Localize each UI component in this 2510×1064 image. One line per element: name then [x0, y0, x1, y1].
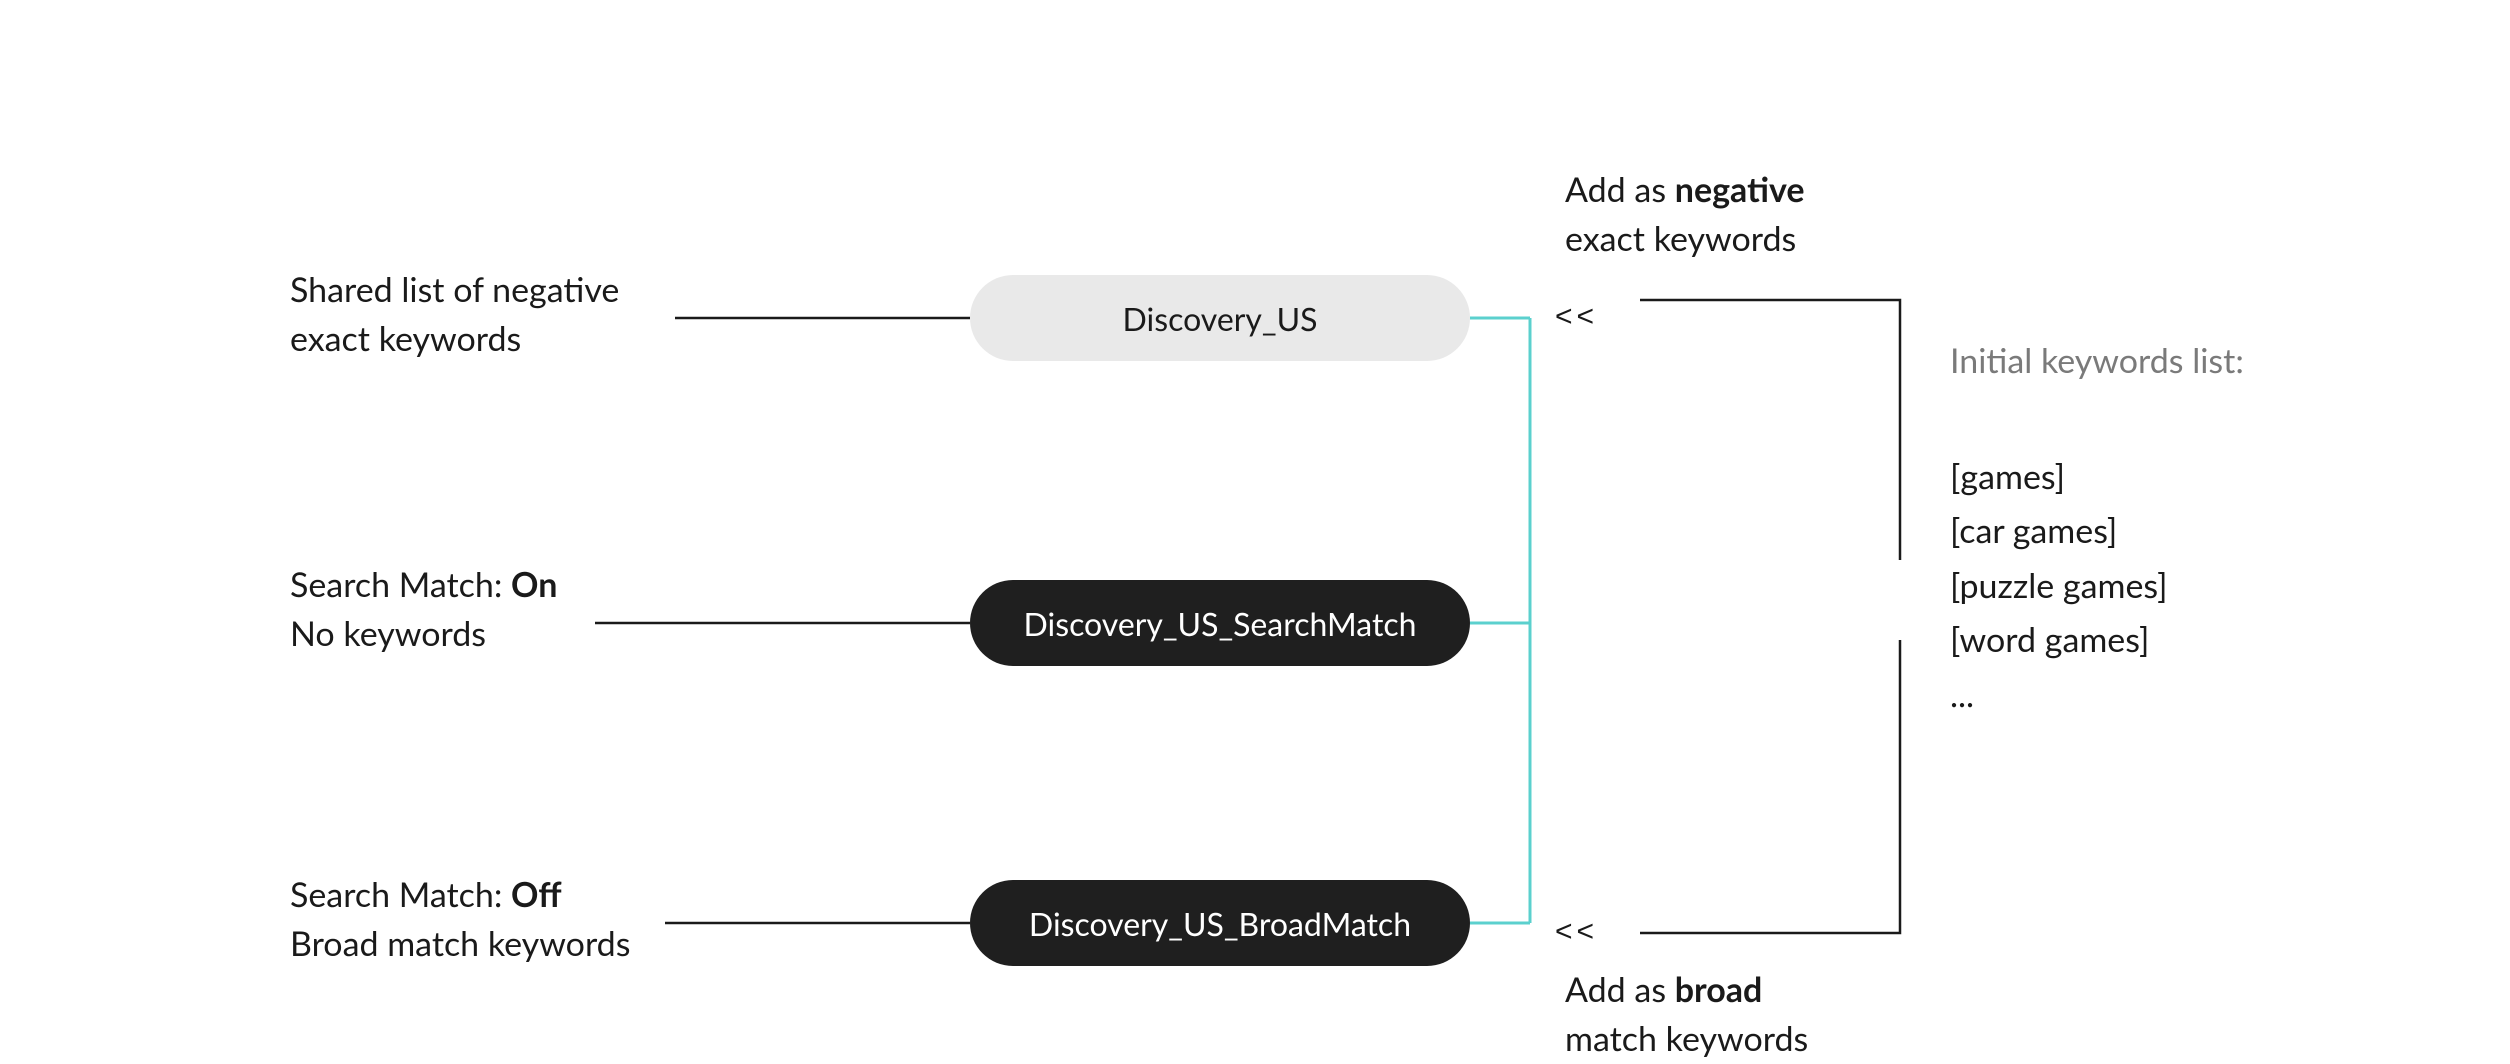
- pill-discovery-us-searchmatch: Discovery_US_SearchMatch: [970, 580, 1470, 666]
- desc-row2: Search Match: On No keywords: [290, 560, 557, 659]
- desc-row3: Search Match: Off Broad match keywords: [290, 870, 630, 969]
- chevron-bottom-icon: <<: [1555, 915, 1598, 948]
- pill-discovery-us-searchmatch-label: Discovery_US_SearchMatch: [1024, 604, 1417, 643]
- desc-row1: Shared list of negative exact keywords: [290, 265, 619, 364]
- annot-bottom-line2: match keywords: [1565, 1014, 1808, 1063]
- desc-row1-line1: Shared list of negative: [290, 265, 619, 314]
- annot-bottom-line1: Add as broad: [1565, 965, 1808, 1014]
- bracket-bottom: [1640, 640, 1900, 933]
- pill-discovery-us-broadmatch-label: Discovery_US_BroadMatch: [1029, 904, 1411, 943]
- desc-row3-line1-bold: Off: [511, 874, 562, 915]
- desc-row2-line1-pre: Search Match:: [290, 564, 511, 605]
- annot-top-line1-pre: Add as: [1565, 169, 1675, 210]
- desc-row3-line1-pre: Search Match:: [290, 874, 511, 915]
- annot-bottom-line1-bold: broad: [1675, 969, 1763, 1010]
- annot-bottom: Add as broad match keywords: [1565, 965, 1808, 1064]
- keyword-item: [games]: [1950, 450, 2168, 504]
- desc-row3-line1: Search Match: Off: [290, 870, 630, 919]
- pill-discovery-us-broadmatch: Discovery_US_BroadMatch: [970, 880, 1470, 966]
- keywords-list: [games] [car games] [puzzle games] [word…: [1950, 450, 2168, 722]
- desc-row2-line1: Search Match: On: [290, 560, 557, 609]
- pill-discovery-us: Discovery_US: [970, 275, 1470, 361]
- desc-row1-line2: exact keywords: [290, 314, 619, 363]
- keywords-title: Initial keywords list:: [1950, 340, 2244, 381]
- desc-row2-line2: No keywords: [290, 609, 557, 658]
- annot-top-line1: Add as negative: [1565, 165, 1805, 214]
- desc-row3-line2: Broad match keywords: [290, 919, 630, 968]
- annot-top-line1-bold: negative: [1675, 169, 1805, 210]
- annot-top: Add as negative exact keywords: [1565, 165, 1805, 264]
- bracket-top: [1640, 300, 1900, 560]
- chevron-top-icon: <<: [1555, 300, 1598, 333]
- keyword-item: [car games]: [1950, 504, 2168, 558]
- annot-top-line2: exact keywords: [1565, 214, 1805, 263]
- annot-bottom-line1-pre: Add as: [1565, 969, 1675, 1010]
- pill-discovery-us-label: Discovery_US: [1123, 299, 1318, 338]
- keyword-item: [word games]: [1950, 613, 2168, 667]
- diagram-stage: Shared list of negative exact keywords S…: [0, 0, 2510, 1003]
- keyword-item: ...: [1950, 668, 2168, 722]
- desc-row2-line1-bold: On: [511, 564, 557, 605]
- keyword-item: [puzzle games]: [1950, 559, 2168, 613]
